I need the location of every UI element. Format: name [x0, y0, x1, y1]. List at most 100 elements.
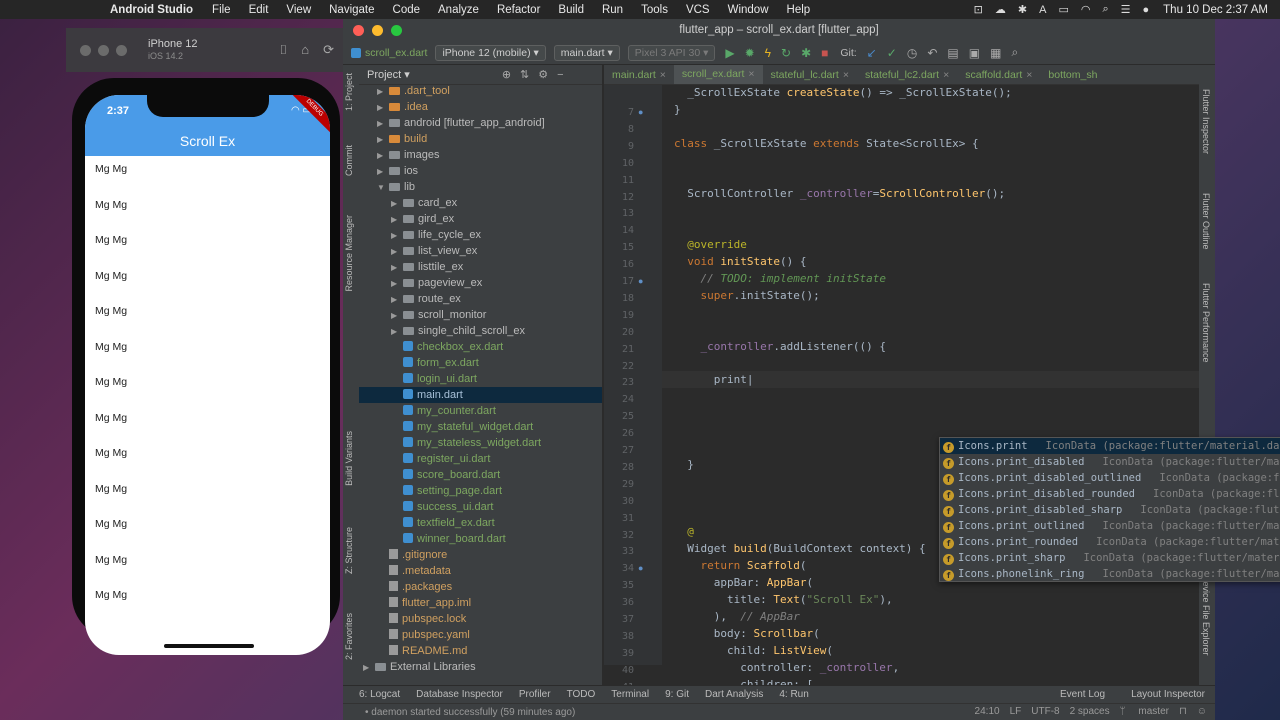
- editor-tab[interactable]: scaffold.dart ×: [957, 65, 1040, 84]
- gear-icon[interactable]: ⚙: [538, 68, 548, 81]
- code-line[interactable]: child: ListView(: [674, 644, 833, 657]
- tree-file[interactable]: .packages: [359, 579, 602, 595]
- tree-folder[interactable]: ▶ card_ex: [359, 195, 602, 211]
- project-view-selector[interactable]: Project ▾: [367, 68, 410, 81]
- tool-tab-device-file-explorer[interactable]: Device File Explorer: [1201, 575, 1211, 656]
- code-line[interactable]: appBar: AppBar(: [674, 576, 813, 589]
- hot-reload-icon[interactable]: ϟ: [765, 46, 771, 60]
- tree-file[interactable]: score_board.dart: [359, 467, 602, 483]
- completion-item[interactable]: f Icons.print_disabled IconData (package:f…: [940, 454, 1280, 470]
- tool-tab-2-favorites[interactable]: 2: Favorites: [344, 613, 354, 660]
- tree-arrow-icon[interactable]: ▶: [391, 196, 403, 212]
- tree-folder[interactable]: ▼ lib: [359, 179, 602, 195]
- code-line[interactable]: controller: _controller,: [674, 661, 899, 674]
- code-line[interactable]: }: [674, 458, 694, 471]
- code-line[interactable]: @: [674, 525, 694, 538]
- emulator-selector[interactable]: Pixel 3 API 30 ▾: [627, 44, 716, 61]
- code-line[interactable]: _controller.addListener(() {: [674, 340, 886, 353]
- tool-tab-build-variants[interactable]: Build Variants: [344, 431, 354, 486]
- run-icon[interactable]: ▶: [725, 46, 734, 60]
- tree-file[interactable]: login_ui.dart: [359, 371, 602, 387]
- tree-file[interactable]: checkbox_ex.dart: [359, 339, 602, 355]
- tree-folder[interactable]: ▶ pageview_ex: [359, 275, 602, 291]
- line-separator[interactable]: LF: [1010, 706, 1022, 717]
- git-update-icon[interactable]: ↙: [867, 46, 877, 60]
- editor-tab[interactable]: bottom_sh: [1040, 65, 1105, 84]
- tool-tab-flutter-performance[interactable]: Flutter Performance: [1201, 283, 1211, 363]
- code-line[interactable]: void initState() {: [674, 255, 806, 268]
- tree-arrow-icon[interactable]: ▶: [377, 116, 389, 132]
- tool-tab-1-project[interactable]: 1: Project: [344, 73, 354, 111]
- tree-file[interactable]: my_stateful_widget.dart: [359, 419, 602, 435]
- sdk-manager-icon[interactable]: ▣: [969, 46, 980, 60]
- tree-folder[interactable]: ▶ ios: [359, 163, 602, 179]
- tree-file[interactable]: setting_page.dart: [359, 483, 602, 499]
- tree-arrow-icon[interactable]: ▶: [391, 212, 403, 228]
- completion-item[interactable]: f Icons.print_rounded IconData (package:fl…: [940, 534, 1280, 550]
- screenshot-icon[interactable]: ⌷: [279, 42, 287, 58]
- run-config-selector[interactable]: main.dart ▾: [553, 44, 620, 61]
- hide-icon[interactable]: −: [557, 69, 563, 81]
- code-line[interactable]: class _ScrollExState extends State<Scrol…: [674, 137, 979, 150]
- code-line[interactable]: _ScrollExState createState() => _ScrollE…: [674, 86, 1012, 99]
- tree-file[interactable]: my_stateless_widget.dart: [359, 435, 602, 451]
- code-line[interactable]: print|: [674, 373, 754, 386]
- code-line[interactable]: Widget build(BuildContext context) {: [674, 542, 925, 555]
- home-indicator[interactable]: [164, 644, 254, 648]
- bottom-tab-4-run[interactable]: 4: Run: [779, 689, 808, 700]
- collapse-icon[interactable]: ⇅: [520, 68, 529, 81]
- git-history-icon[interactable]: ◷: [907, 46, 917, 60]
- screen-record-icon[interactable]: ⊡: [974, 3, 983, 16]
- close-tab-icon[interactable]: ×: [943, 69, 949, 81]
- tree-arrow-icon[interactable]: ▶: [391, 260, 403, 276]
- git-commit-icon[interactable]: ✓: [887, 46, 897, 60]
- bottom-tab-9-git[interactable]: 9: Git: [665, 689, 689, 700]
- code-line[interactable]: return Scaffold(: [674, 559, 807, 572]
- keyboard-icon[interactable]: A: [1039, 4, 1046, 16]
- hot-restart-icon[interactable]: ↻: [781, 46, 791, 60]
- close-tab-icon[interactable]: ×: [660, 69, 666, 81]
- spotlight-icon[interactable]: ⌕: [1102, 3, 1108, 16]
- tree-folder[interactable]: ▶ gird_ex: [359, 211, 602, 227]
- debug-icon[interactable]: ✹: [745, 46, 755, 60]
- tree-file[interactable]: pubspec.lock: [359, 611, 602, 627]
- bottom-tab-profiler[interactable]: Profiler: [519, 689, 551, 700]
- menu-item-refactor[interactable]: Refactor: [497, 4, 540, 16]
- tree-file[interactable]: main.dart: [359, 387, 602, 403]
- tool-tab-flutter-outline[interactable]: Flutter Outline: [1201, 193, 1211, 250]
- tree-arrow-icon[interactable]: ▼: [377, 180, 389, 196]
- tree-file[interactable]: my_counter.dart: [359, 403, 602, 419]
- rotate-icon[interactable]: ⟳: [323, 42, 334, 58]
- bottom-tab-6-logcat[interactable]: 6: Logcat: [359, 689, 400, 700]
- editor-tab[interactable]: main.dart ×: [604, 65, 674, 84]
- code-line[interactable]: ), // AppBar: [674, 610, 800, 623]
- menu-item-run[interactable]: Run: [602, 4, 623, 16]
- menu-item-code[interactable]: Code: [393, 4, 421, 16]
- tree-folder[interactable]: ▶ life_cycle_ex: [359, 227, 602, 243]
- code-line[interactable]: ScrollController _controller=ScrollContr…: [674, 187, 1005, 200]
- override-gutter-icon[interactable]: ●: [638, 563, 643, 573]
- code-line[interactable]: }: [674, 103, 681, 116]
- tree-arrow-icon[interactable]: ▶: [391, 292, 403, 308]
- code-line[interactable]: // TODO: implement initState: [674, 272, 886, 285]
- tree-file[interactable]: register_ui.dart: [359, 451, 602, 467]
- tree-file[interactable]: form_ex.dart: [359, 355, 602, 371]
- close-tab-icon[interactable]: ×: [843, 69, 849, 81]
- tree-file[interactable]: README.md: [359, 643, 602, 659]
- git-rollback-icon[interactable]: ↶: [927, 46, 937, 60]
- stop-icon[interactable]: ■: [821, 46, 828, 60]
- bottom-tab-dart-analysis[interactable]: Dart Analysis: [705, 689, 763, 700]
- menu-item-file[interactable]: File: [212, 4, 231, 16]
- tree-file[interactable]: winner_board.dart: [359, 531, 602, 547]
- tree-file[interactable]: .gitignore: [359, 547, 602, 563]
- tree-folder[interactable]: ▶ scroll_monitor: [359, 307, 602, 323]
- tool-tab-resource-manager[interactable]: Resource Manager: [344, 215, 354, 292]
- tree-folder[interactable]: ▶ list_view_ex: [359, 243, 602, 259]
- override-gutter-icon[interactable]: ●: [638, 107, 643, 117]
- device-selector[interactable]: iPhone 12 (mobile) ▾: [435, 44, 546, 61]
- wifi-icon[interactable]: ◠: [1081, 3, 1091, 16]
- tree-arrow-icon[interactable]: ▶: [377, 100, 389, 116]
- tree-arrow-icon[interactable]: ▶: [391, 244, 403, 260]
- editor-tab[interactable]: stateful_lc2.dart ×: [857, 65, 957, 84]
- tree-arrow-icon[interactable]: ▶: [377, 132, 389, 148]
